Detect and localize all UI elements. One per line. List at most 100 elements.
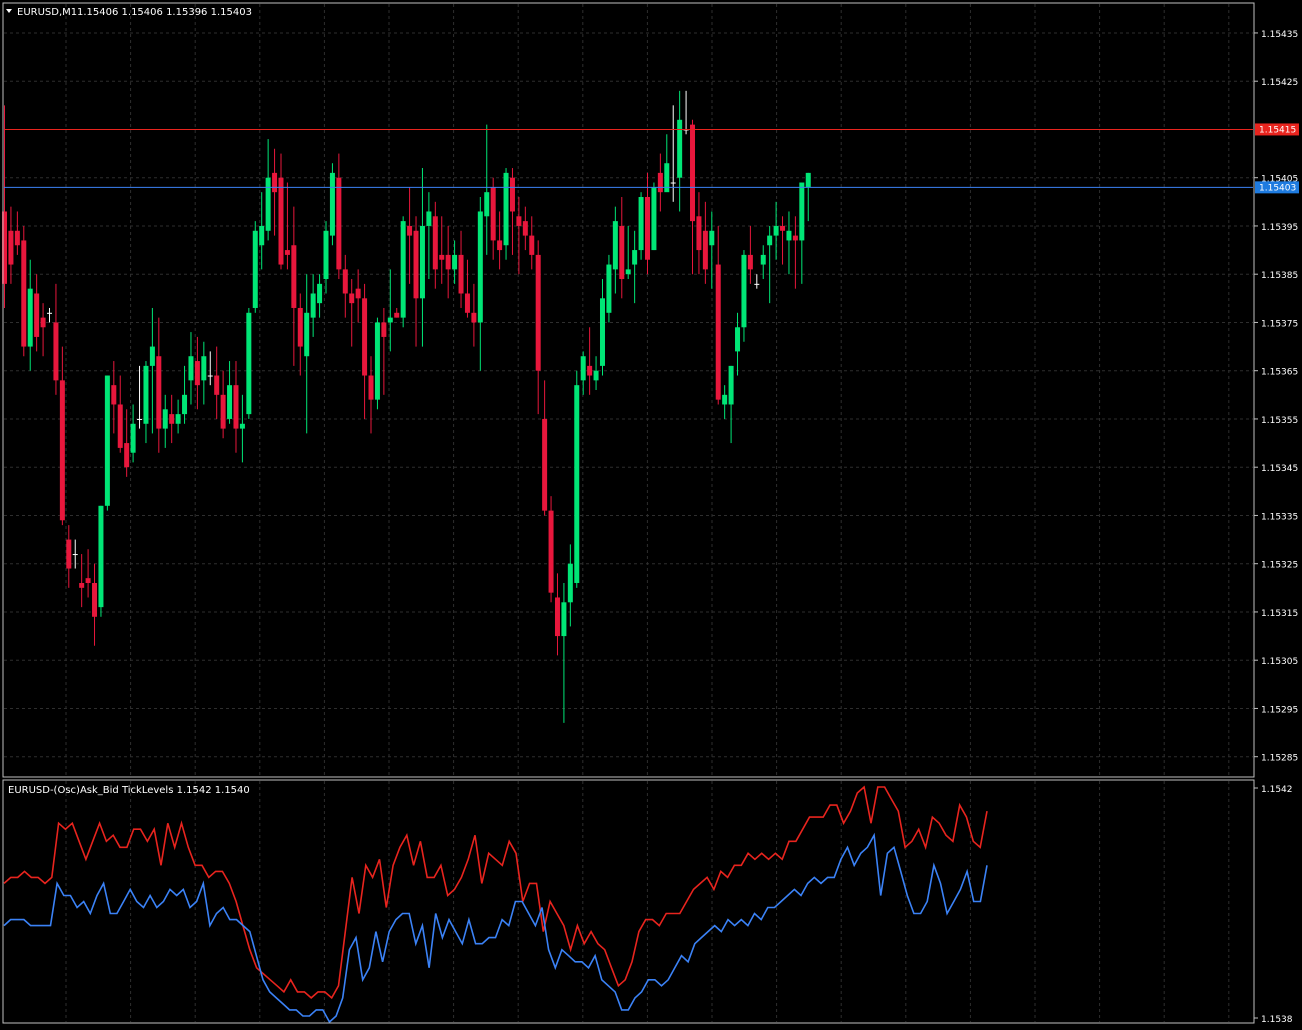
candle-body	[773, 225, 779, 236]
candle-body	[619, 225, 625, 280]
candle	[374, 317, 380, 410]
candle-body	[156, 356, 162, 429]
candle-body	[728, 365, 734, 405]
candle-body	[355, 288, 361, 299]
candle-body	[458, 254, 464, 294]
candle-body	[336, 177, 342, 270]
candle-body	[702, 230, 708, 270]
candle-body	[645, 197, 650, 260]
candle-body	[239, 423, 245, 429]
price-tick-label: 1.15365	[1261, 368, 1298, 378]
candle-body	[79, 583, 85, 588]
candle-body	[735, 327, 741, 352]
candle-body	[490, 187, 496, 241]
candle-body	[8, 230, 14, 265]
candle-body	[368, 375, 374, 400]
candle-body	[767, 235, 773, 246]
candle-body	[580, 356, 586, 381]
candle-body	[387, 317, 393, 323]
candle-body	[252, 230, 258, 308]
candle-body	[246, 312, 252, 415]
candle-body	[98, 505, 104, 608]
candle-body	[696, 216, 702, 251]
candle-body	[143, 365, 149, 424]
candle-body	[690, 124, 696, 222]
osc-tick-label: 1.1542	[1261, 785, 1293, 795]
candle-body	[304, 312, 310, 357]
candle	[246, 307, 252, 419]
candle-body	[40, 317, 46, 328]
candle-body	[233, 385, 239, 429]
candle	[21, 225, 27, 357]
candle-body	[194, 361, 200, 386]
candle-body	[747, 254, 753, 270]
candle-body	[407, 225, 413, 236]
price-tick-label: 1.15375	[1261, 319, 1298, 329]
ask-price-label: 1.15415	[1259, 125, 1296, 135]
candle-body	[542, 418, 548, 511]
candle-body	[381, 322, 387, 337]
candle-body	[477, 211, 483, 323]
candle	[606, 254, 612, 323]
candle-body	[291, 245, 297, 308]
candle-body	[670, 182, 676, 184]
candle	[638, 192, 644, 260]
candle-body	[574, 385, 580, 583]
candle-body	[104, 375, 110, 506]
candle-body	[715, 264, 721, 400]
chart-canvas[interactable]: 1.154351.154251.154051.153951.153851.153…	[0, 0, 1302, 1026]
ask-price-badge: 1.15415	[1255, 123, 1299, 136]
candle-body	[471, 312, 477, 323]
price-tick-label: 1.15305	[1261, 657, 1298, 667]
candle-body	[21, 240, 27, 347]
bid-price-badge: 1.15403	[1255, 181, 1299, 194]
price-tick-label: 1.15385	[1261, 271, 1298, 281]
candle-body	[677, 119, 683, 178]
candle-body	[220, 394, 226, 429]
candle-body	[638, 197, 644, 251]
price-tick-label: 1.15335	[1261, 512, 1298, 522]
candle-body	[612, 221, 618, 270]
candle-body	[606, 264, 612, 313]
candle-body	[117, 404, 123, 448]
candle-body	[413, 230, 419, 299]
candle-body	[162, 409, 168, 429]
candle-body	[426, 211, 432, 226]
candle-body	[207, 375, 213, 377]
candle-body	[149, 346, 155, 366]
candle-body	[464, 293, 470, 313]
candle-body	[625, 269, 631, 275]
candle	[98, 505, 104, 617]
candle-body	[342, 269, 348, 294]
candle-body	[632, 250, 638, 265]
candle-body	[561, 602, 567, 637]
candle-body	[497, 240, 503, 251]
candle-body	[188, 356, 194, 381]
osc-tick-label: 1.1538	[1261, 1015, 1293, 1025]
candle-body	[792, 235, 798, 241]
bid-price-label: 1.15403	[1259, 183, 1296, 193]
candle-body	[227, 385, 233, 419]
trading-chart-window[interactable]: 1.15435 1.15425 1.15405 1.15395 1.15385 1.153…	[0, 0, 1302, 1026]
candle-body	[709, 230, 715, 246]
price-tick-label: 1.15315	[1261, 609, 1298, 619]
candle-body	[509, 177, 515, 212]
candle-body	[522, 221, 528, 236]
candle-body	[805, 172, 811, 188]
candle-body	[201, 356, 207, 381]
main-panel-header[interactable]: EURUSD,M1 1.15406 1.15406 1.15396 1.1540…	[6, 7, 252, 18]
candle-body	[72, 554, 78, 556]
price-tick-label: 1.15395	[1261, 223, 1298, 233]
candle	[574, 370, 580, 588]
symbol-label: EURUSD,M1	[17, 7, 77, 18]
candle-body	[432, 216, 438, 270]
candle	[252, 221, 258, 313]
candle-body	[265, 177, 271, 231]
candle-body	[284, 250, 290, 255]
candle-body	[535, 254, 541, 371]
candle-body	[297, 307, 303, 347]
candle-body	[124, 443, 130, 468]
price-tick-label: 1.15435	[1261, 30, 1298, 40]
candle-body	[278, 177, 284, 265]
candle-body	[657, 172, 663, 193]
